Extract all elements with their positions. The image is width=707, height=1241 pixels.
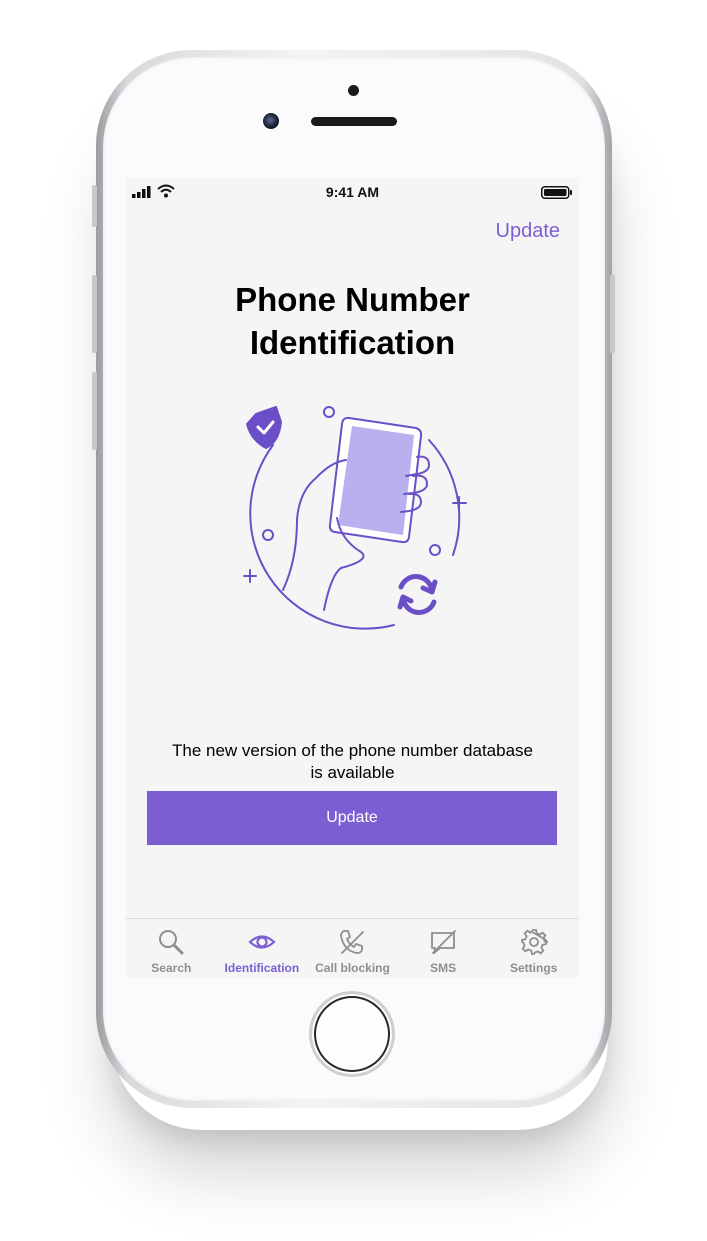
page-title-line-2: Identification [249,324,456,361]
call-blocked-icon [340,930,365,954]
page-title-line-1: Phone Number [235,281,470,318]
tab-settings[interactable]: Settings [488,919,579,978]
sync-arrows-icon [397,574,438,615]
update-message-line-1: The new version of the phone number data… [171,741,534,760]
tab-label-search: Search [151,961,192,975]
sms-blocked-icon [431,930,456,954]
sparkle-right [452,496,467,511]
decor-circle-right [429,544,441,556]
status-bar: 9:41 AM [126,178,579,206]
search-icon [159,930,184,955]
status-time: 9:41 AM [325,184,380,200]
sparkle-left [243,569,257,583]
tab-identification[interactable]: Identification [217,919,308,978]
dashed-circle-arc-right [428,439,461,556]
header-update-link[interactable]: Update [496,220,561,243]
tab-label-call-blocking: Call blocking [315,961,390,975]
battery-icon [541,186,572,199]
decor-circle-left [262,529,274,541]
proximity-sensor [348,85,359,96]
gear-icon [520,929,548,955]
decor-circle-top [323,406,335,418]
tab-label-sms: SMS [430,961,457,975]
power-button [610,275,615,353]
tab-label-identification: Identification [224,961,300,975]
tab-call-blocking[interactable]: Call blocking [307,919,398,978]
front-camera [263,113,279,129]
app-screen: 9:41 AM Update Phone Number Identificati… [126,178,579,978]
phone-identification-illustration [243,406,467,630]
update-message: The new version of the phone number data… [146,740,559,784]
update-message-line-2: is available [310,763,395,782]
mute-switch [92,185,97,227]
volume-up-button [92,275,97,353]
eye-icon [248,935,276,949]
volume-down-button [92,372,97,450]
shield-icon [246,406,282,449]
update-button[interactable]: Update [147,791,557,845]
tab-search[interactable]: Search [126,919,217,978]
page-title: Phone Number Identification [126,278,579,364]
tab-sms[interactable]: SMS [398,919,489,978]
tab-bar: Search Identification Call blocking SMS [126,918,579,978]
tab-label-settings: Settings [510,961,558,975]
home-button[interactable] [312,994,392,1074]
earpiece-speaker [311,117,397,126]
